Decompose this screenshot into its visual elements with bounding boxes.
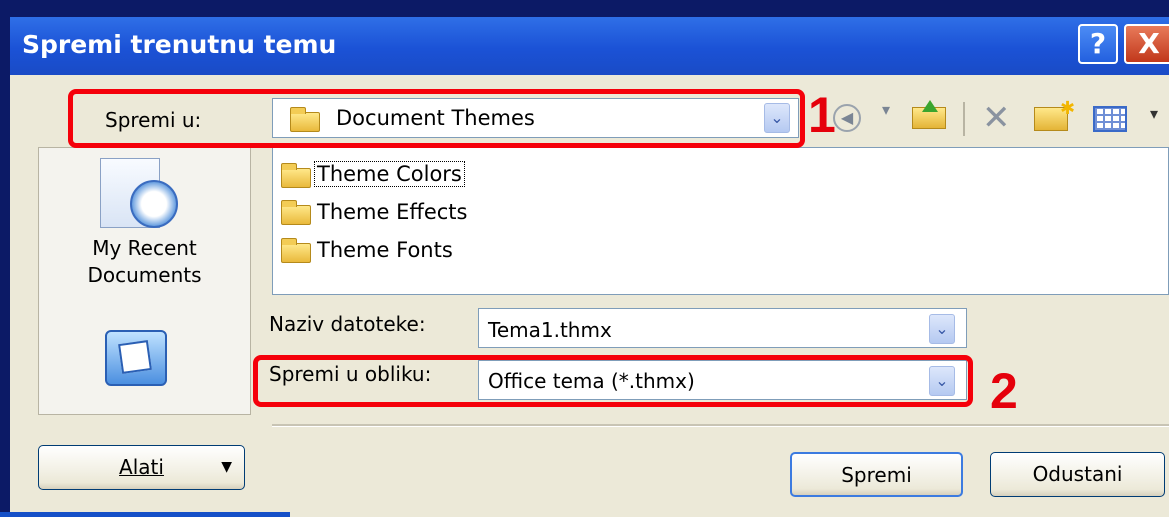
list-item[interactable]: Theme Fonts <box>317 238 453 262</box>
back-icon[interactable]: ◀ <box>833 104 861 132</box>
list-item[interactable]: Theme Effects <box>317 200 468 224</box>
taskbar-strip <box>0 512 290 517</box>
list-item[interactable]: Theme Colors <box>314 161 465 187</box>
dropdown-arrow-icon[interactable]: ▾ <box>882 100 890 119</box>
close-button[interactable]: X <box>1124 24 1169 64</box>
folder-icon <box>281 163 311 188</box>
up-arrow-icon <box>922 100 938 112</box>
dropdown-arrow-icon: ▼ <box>221 459 232 475</box>
tools-button-label: Alati <box>119 455 164 479</box>
highlight-box-1 <box>68 89 805 148</box>
recent-label-line2: Documents <box>87 263 202 287</box>
dialog-title: Spremi trenutnu temu <box>22 30 337 59</box>
views-dropdown-icon[interactable]: ▾ <box>1150 104 1158 123</box>
file-name-value: Tema1.thmx <box>488 318 612 342</box>
annotation-number-2: 2 <box>990 363 1018 419</box>
chevron-down-icon[interactable]: ⌄ <box>929 314 955 344</box>
clock-icon <box>130 180 178 228</box>
highlight-box-2 <box>253 355 973 407</box>
recent-label-line1: My Recent <box>92 236 197 260</box>
cancel-button[interactable]: Odustani <box>990 452 1165 497</box>
folder-icon <box>281 238 311 263</box>
views-icon[interactable] <box>1093 106 1127 132</box>
tools-button[interactable]: Alati ▼ <box>38 445 245 490</box>
save-button[interactable]: Spremi <box>790 452 963 497</box>
desktop-page-icon <box>118 340 152 374</box>
my-recent-documents-label[interactable]: My Recent Documents <box>38 235 251 289</box>
folder-icon <box>281 200 311 225</box>
help-button[interactable]: ? <box>1078 24 1118 64</box>
new-star-icon: ✱ <box>1060 98 1076 119</box>
list-item-name: Theme Colors <box>314 161 465 187</box>
toolbar-separator <box>963 102 965 136</box>
divider <box>272 424 1169 427</box>
delete-icon[interactable]: ✕ <box>982 98 1011 138</box>
annotation-number-1: 1 <box>808 87 836 143</box>
file-name-label: Naziv datoteke: <box>269 312 426 336</box>
